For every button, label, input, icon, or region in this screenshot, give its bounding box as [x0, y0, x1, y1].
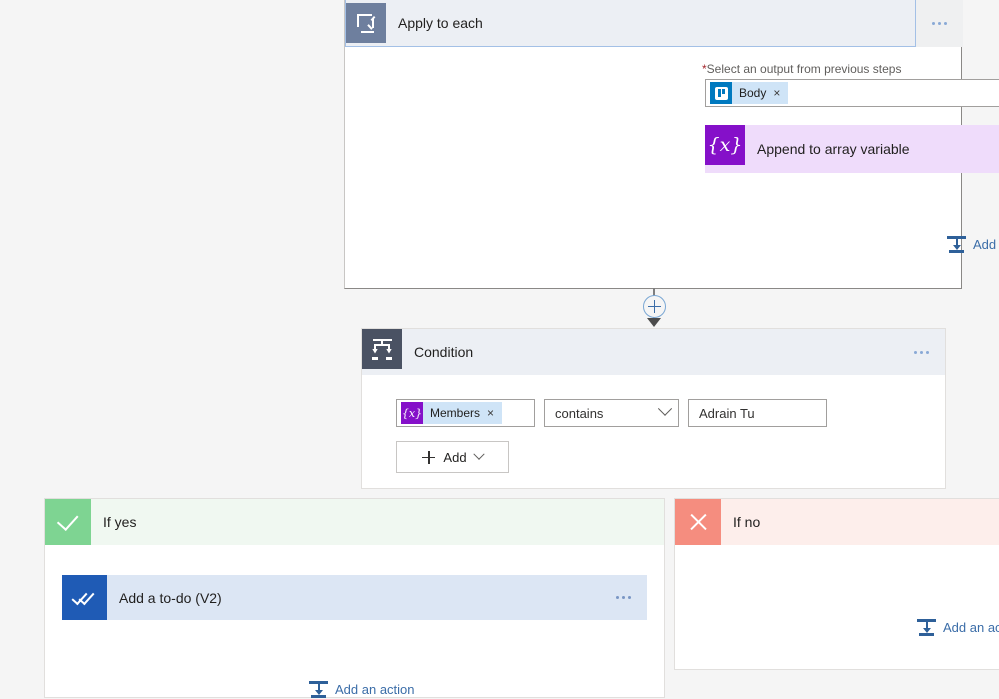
menu-dot — [926, 350, 929, 354]
condition-value-input[interactable]: Adrain Tu — [688, 399, 827, 427]
menu-dot — [628, 596, 631, 599]
add-an-action-button-if-yes[interactable]: Add an action — [309, 680, 415, 699]
menu-dot — [616, 596, 619, 599]
if-yes-label: If yes — [103, 514, 137, 530]
add-a-todo-card[interactable]: Add a to-do (V2) — [62, 575, 647, 620]
add-an-action-button-loop[interactable]: Add an action — [947, 235, 999, 254]
output-parameter-label: *Select an output from previous steps — [702, 62, 901, 76]
condition-add-button[interactable]: Add — [396, 441, 509, 473]
menu-dot — [944, 21, 947, 25]
plus-icon — [422, 450, 436, 464]
append-to-array-variable-title: Append to array variable — [757, 141, 910, 157]
menu-dot — [920, 350, 923, 354]
chevron-down-icon — [657, 401, 673, 416]
add-an-action-button-if-no[interactable]: Add an action — [917, 618, 999, 637]
body-token[interactable]: Body × — [710, 82, 789, 104]
add-an-action-label: Add an action — [973, 237, 999, 252]
members-token-label: Members — [430, 406, 481, 420]
condition-header[interactable]: Condition — [362, 329, 945, 375]
todo-doublecheck-icon-glyph — [71, 588, 97, 606]
apply-to-each-header-main[interactable]: Apply to each — [345, 0, 916, 47]
add-a-todo-menu-button[interactable] — [600, 575, 647, 620]
connector-arrow-icon — [647, 318, 661, 327]
close-icon — [675, 499, 721, 545]
condition-row: {x} Members × contains Adrain Tu — [396, 399, 827, 427]
menu-dot — [914, 350, 917, 354]
condition-menu-button[interactable] — [898, 329, 945, 375]
add-a-todo-title: Add a to-do (V2) — [119, 589, 222, 606]
menu-dot — [622, 596, 625, 599]
condition-operator-value: contains — [555, 405, 604, 421]
menu-dot — [938, 21, 941, 25]
variable-icon-glyph: {x} — [707, 133, 743, 156]
if-no-header: If no — [675, 499, 999, 545]
close-icon-glyph — [688, 512, 709, 533]
if-no-label: If no — [733, 514, 761, 530]
chevron-down-icon — [472, 448, 485, 460]
apply-to-each-header[interactable]: Apply to each — [345, 0, 963, 47]
condition-icon-glyph — [372, 338, 393, 360]
append-to-array-variable-card[interactable]: {x} Append to array variable — [705, 125, 999, 173]
insert-action-icon — [917, 618, 936, 637]
condition-operator-select[interactable]: contains — [544, 399, 679, 427]
loop-icon-glyph — [356, 13, 376, 33]
variable-icon: {x} — [401, 402, 423, 424]
insert-action-icon — [947, 235, 966, 254]
output-parameter-label-text: Select an output from previous steps — [706, 62, 902, 76]
todo-doublecheck-icon — [62, 575, 107, 620]
check-icon — [45, 499, 91, 545]
add-an-action-label: Add an action — [943, 620, 999, 635]
if-yes-branch: If yes Add a to-do (V2) Add an action — [44, 498, 665, 698]
output-select-input[interactable]: Body × — [705, 79, 999, 107]
condition-operand-input[interactable]: {x} Members × — [396, 399, 535, 427]
menu-dot — [932, 21, 935, 25]
condition-title: Condition — [414, 344, 474, 360]
loop-icon — [346, 3, 386, 43]
trello-icon-glyph — [714, 86, 728, 100]
if-no-branch: If no Add an action — [674, 498, 999, 670]
trello-icon — [710, 82, 732, 104]
insert-step-plus-button[interactable] — [643, 295, 666, 318]
insert-action-icon — [309, 680, 328, 699]
body-token-remove-icon[interactable]: × — [771, 87, 788, 99]
body-token-label: Body — [739, 86, 767, 100]
apply-to-each-title: Apply to each — [398, 15, 483, 31]
condition-add-label: Add — [443, 449, 467, 465]
check-icon-glyph — [56, 508, 78, 531]
condition-card: Condition {x} Members × contains Adrain … — [361, 328, 946, 489]
members-token-remove-icon[interactable]: × — [485, 407, 502, 419]
variable-icon-glyph: {x} — [401, 406, 423, 420]
members-token[interactable]: {x} Members × — [401, 402, 503, 424]
if-yes-header: If yes — [45, 499, 664, 545]
apply-to-each-menu-button[interactable] — [916, 0, 963, 47]
condition-icon — [362, 329, 402, 369]
variable-icon: {x} — [705, 125, 745, 165]
apply-to-each-container: Apply to each *Select an output from pre… — [344, 0, 999, 289]
